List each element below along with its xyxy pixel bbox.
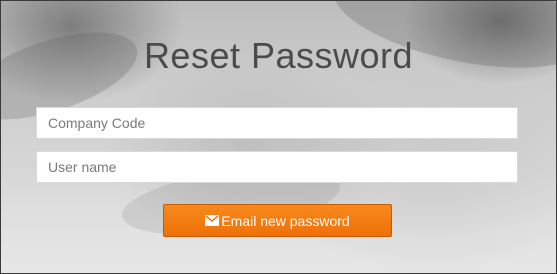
company-code-input[interactable] (36, 107, 518, 139)
username-input[interactable] (36, 151, 518, 183)
reset-password-panel: Reset Password Email new password (0, 0, 557, 274)
email-new-password-label: Email new password (221, 212, 350, 229)
envelope-icon (205, 215, 220, 226)
email-new-password-button[interactable]: Email new password (163, 204, 392, 237)
page-title: Reset Password (143, 35, 414, 76)
